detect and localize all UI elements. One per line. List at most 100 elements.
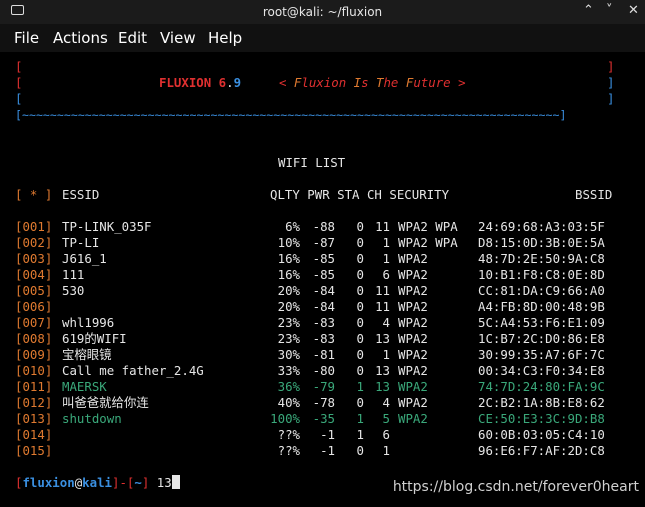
row-bssid: 60:0B:03:05:C4:10 [478, 427, 605, 442]
row-channel: 13 [375, 363, 390, 378]
row-stations: 0 [356, 443, 364, 458]
row-security: WPA2 [398, 379, 428, 394]
row-index: [015] [15, 443, 53, 458]
row-index: [014] [15, 427, 53, 442]
row-index: [011] [15, 379, 53, 394]
row-index: [007] [15, 315, 53, 330]
row-power: -1 [320, 443, 335, 458]
menu-view[interactable]: View [160, 29, 196, 47]
row-channel: 6 [382, 267, 390, 282]
menu-file[interactable]: File [14, 29, 39, 47]
menu-edit[interactable]: Edit [118, 29, 147, 47]
row-bssid: 30:99:35:A7:6F:7C [478, 347, 605, 362]
table-row: [008] 619的WIFI 23% -83 0 13 WPA2 1C:B7:2C:D0:86… [15, 331, 625, 347]
row-channel: 1 [382, 235, 390, 250]
row-channel: 11 [375, 283, 390, 298]
table-row: [013] shutdown 100% -35 1 5 WPA2 CE:50:E3:3C:9D… [15, 411, 625, 427]
maximize-icon[interactable]: ˅ [606, 3, 613, 18]
row-quality: 16% [277, 251, 300, 266]
row-stations: 1 [356, 411, 364, 426]
table-row: [011] MAERSK 36% -79 1 13 WPA2 74:7D:24:80:FA:9… [15, 379, 625, 395]
row-power: -35 [312, 411, 335, 426]
shell-prompt[interactable]: [fluxion@kali]-[~] 13 [15, 475, 180, 491]
row-stations: 0 [356, 267, 364, 282]
row-security: WPA2 [398, 395, 428, 410]
table-row: [014]??% -1 1 6 60:0B:03:05:C4:10 [15, 427, 625, 443]
row-security: WPA2 [398, 347, 428, 362]
row-essid: 530 [62, 283, 85, 298]
row-stations: 0 [356, 331, 364, 346]
menu-bar: File Actions Edit View Help [0, 24, 645, 52]
window-titlebar: root@kali: ~/fluxion ⌃ ˅ ✕ [0, 0, 645, 24]
close-icon[interactable]: ✕ [628, 3, 639, 18]
row-essid: Call me father_2.4G [62, 363, 204, 378]
row-power: -84 [312, 283, 335, 298]
row-security: WPA2 [398, 267, 428, 282]
row-essid: 111 [62, 267, 85, 282]
row-index: [013] [15, 411, 53, 426]
table-row: [010] Call me father_2.4G 33% -80 0 13 WPA2 00:… [15, 363, 625, 379]
row-bssid: 48:7D:2E:50:9A:C8 [478, 251, 605, 266]
row-stations: 0 [356, 299, 364, 314]
row-quality: ??% [277, 443, 300, 458]
row-power: -83 [312, 331, 335, 346]
row-channel: 13 [375, 331, 390, 346]
row-bssid: 10:B1:F8:C8:0E:8D [478, 267, 605, 282]
row-stations: 0 [356, 235, 364, 250]
table-row: [012] 叫爸爸就给你连 40% -78 0 4 WPA2 2C:B2:1A:8B:E8:6… [15, 395, 625, 411]
fluxion-name: FLUXION 6 [159, 75, 227, 90]
row-security: WPA2 [398, 411, 428, 426]
table-row: [007] whl1996 23% -83 0 4 WPA2 5C:A4:53:F6:E1:0… [15, 315, 625, 331]
row-essid: 619的WIFI [62, 331, 127, 346]
row-bssid: 2C:B2:1A:8B:E8:62 [478, 395, 605, 410]
row-channel: 1 [382, 251, 390, 266]
row-stations: 0 [356, 283, 364, 298]
row-index: [003] [15, 251, 53, 266]
watermark: https://blog.csdn.net/forever0heart [392, 479, 639, 495]
table-row: [001] TP-LINK_035F 6% -88 0 11 WPA2 WPA 24:69:6… [15, 219, 625, 235]
row-quality: 20% [277, 283, 300, 298]
row-bssid: CC:81:DA:C9:66:A0 [478, 283, 605, 298]
table-row: [015]??% -1 0 1 96:E6:F7:AF:2D:C8 [15, 443, 625, 459]
row-quality: 16% [277, 267, 300, 282]
window-title: root@kali: ~/fluxion [262, 5, 383, 19]
row-power: -88 [312, 219, 335, 234]
row-essid: 宝榕眼镜 [62, 347, 112, 362]
row-security: WPA2 WPA [398, 219, 458, 234]
row-power: -1 [320, 427, 335, 442]
row-security: WPA2 [398, 363, 428, 378]
row-channel: 4 [382, 315, 390, 330]
row-security: WPA2 [398, 251, 428, 266]
row-bssid: D8:15:0D:3B:0E:5A [478, 235, 605, 250]
row-quality: 20% [277, 299, 300, 314]
row-bssid: CE:50:E3:3C:9D:B8 [478, 411, 605, 426]
row-power: -79 [312, 379, 335, 394]
row-bssid: 74:7D:24:80:FA:9C [478, 379, 605, 394]
prompt-input[interactable]: 13 [157, 475, 172, 490]
row-security: WPA2 [398, 299, 428, 314]
row-channel: 11 [375, 219, 390, 234]
terminal-output[interactable]: [] [FLUXION 6.9 < Fluxion Is The Future >… [15, 57, 640, 497]
row-security: WPA2 [398, 283, 428, 298]
row-quality: 10% [277, 235, 300, 250]
row-bssid: 5C:A4:53:F6:E1:09 [478, 315, 605, 330]
row-power: -84 [312, 299, 335, 314]
row-index: [009] [15, 347, 53, 362]
row-index: [001] [15, 219, 53, 234]
row-quality: 23% [277, 315, 300, 330]
row-stations: 0 [356, 395, 364, 410]
menu-actions[interactable]: Actions [53, 29, 108, 47]
row-stations: 0 [356, 363, 364, 378]
row-essid: 叫爸爸就给你连 [62, 395, 149, 410]
row-stations: 1 [356, 427, 364, 442]
row-channel: 5 [382, 411, 390, 426]
row-power: -78 [312, 395, 335, 410]
row-essid: TP-LINK_035F [62, 219, 152, 234]
text-cursor [171, 475, 180, 489]
row-power: -80 [312, 363, 335, 378]
row-essid: J616_1 [62, 251, 107, 266]
row-bssid: 24:69:68:A3:03:5F [478, 219, 605, 234]
table-row: [009] 宝榕眼镜 30% -81 0 1 WPA2 30:99:35:A7:6F:7C [15, 347, 625, 363]
menu-help[interactable]: Help [208, 29, 242, 47]
minimize-icon[interactable]: ⌃ [583, 3, 594, 18]
